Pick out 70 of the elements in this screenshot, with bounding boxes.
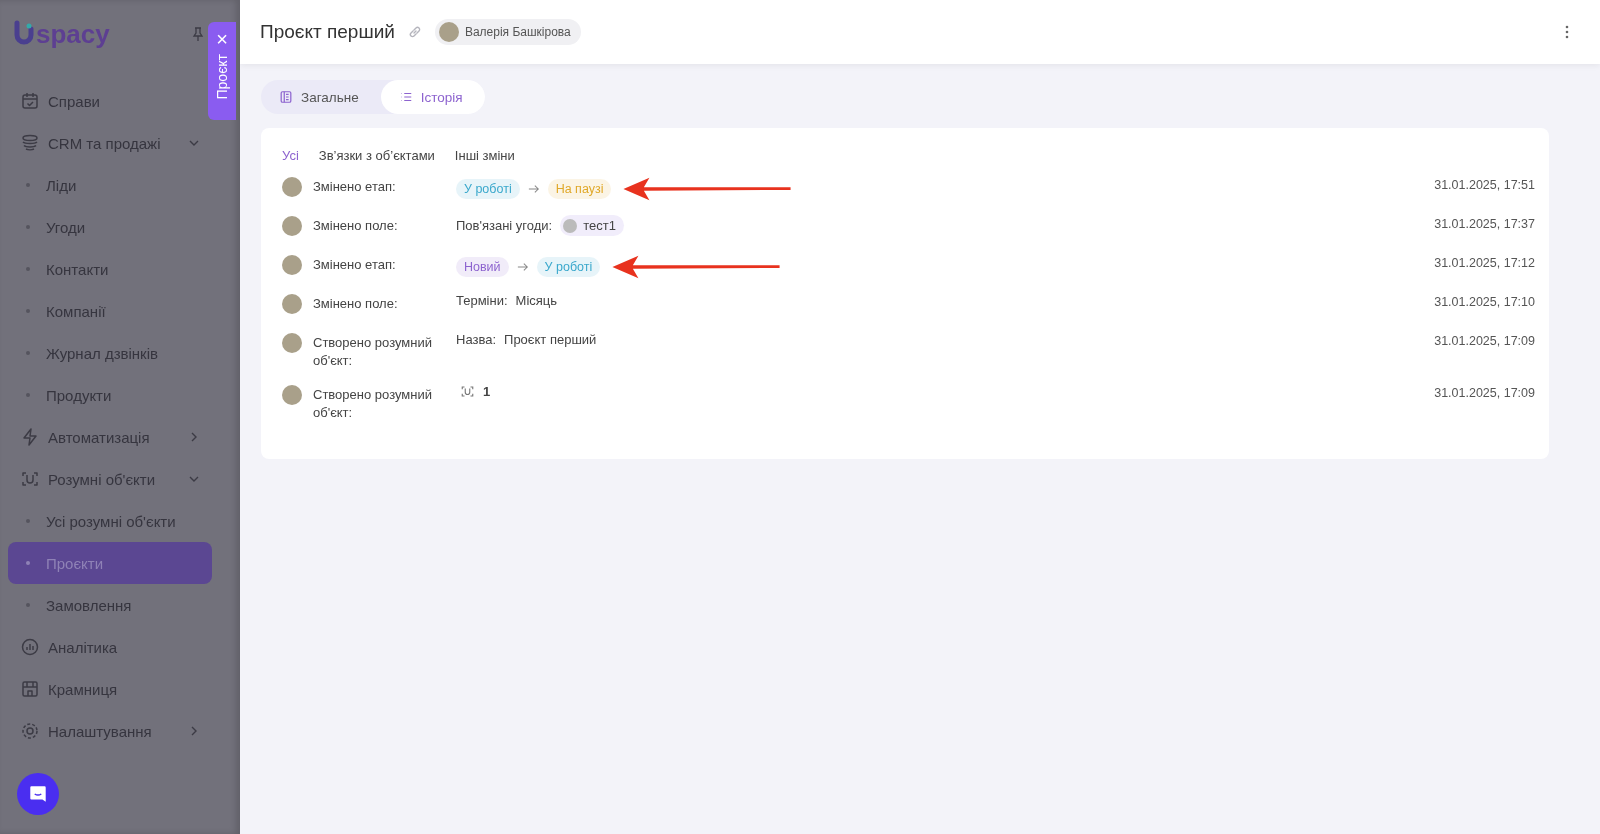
sidebar-item[interactable]: Аналітика <box>8 626 212 668</box>
deal-chip[interactable]: тест1 <box>560 215 624 236</box>
avatar-icon <box>438 22 459 42</box>
avatar-icon <box>282 255 302 275</box>
arrow-icon <box>527 184 540 194</box>
avatar-icon <box>282 177 302 197</box>
stage-tag: Новий <box>456 257 509 277</box>
stage-tag: На паузі <box>547 179 612 199</box>
sidebar-subitem[interactable]: Компанії <box>8 290 212 332</box>
field-label: Терміни: <box>456 293 508 308</box>
timestamp: 31.01.2025, 17:10 <box>1434 294 1535 309</box>
sidebar-subitem[interactable]: Контакти <box>8 248 212 290</box>
action-text: Змінено етап: <box>313 256 397 274</box>
timestamp: 31.01.2025, 17:37 <box>1434 216 1535 231</box>
sidebar-item[interactable]: CRM та продажі <box>8 122 212 164</box>
sidebar-subitem[interactable]: Ліди <box>8 164 212 206</box>
object-id[interactable]: 1 <box>483 384 491 399</box>
sidebar-item[interactable]: Автоматизація <box>8 416 212 458</box>
filter-tab[interactable]: Усі <box>282 148 299 163</box>
page-title: Проєкт перший <box>260 21 395 43</box>
owner-chip[interactable]: Валерія Башкірова <box>434 19 581 45</box>
arrow-icon <box>516 262 529 272</box>
field-label: Назва: <box>456 332 497 347</box>
avatar-icon <box>282 385 302 405</box>
timestamp: 31.01.2025, 17:51 <box>1434 177 1535 192</box>
close-button[interactable]: × <box>216 28 228 50</box>
tab[interactable]: Загальне <box>261 80 381 114</box>
filter-tab[interactable]: Інші зміни <box>454 148 515 163</box>
field-label: Пов'язані угоди: <box>456 218 553 233</box>
scan-icon <box>460 384 475 399</box>
action-text: Змінено етап: <box>313 178 397 196</box>
sidebar-item[interactable]: Розумні об'єкти <box>8 458 212 500</box>
field-value: Місяць <box>515 293 558 308</box>
scan-icon <box>20 469 40 489</box>
chat-icon <box>27 783 49 805</box>
avatar-icon <box>282 333 302 353</box>
timestamp: 31.01.2025, 17:12 <box>1434 255 1535 270</box>
calendar-icon <box>20 91 40 111</box>
chat-button[interactable] <box>17 773 59 815</box>
stack-icon <box>20 133 40 153</box>
gear-icon <box>20 721 40 741</box>
stage-tag: У роботі <box>536 257 601 277</box>
action-text: Створено розумний об'єкт: <box>313 334 433 370</box>
list-icon <box>398 90 413 104</box>
sidebar-item[interactable]: Налаштування <box>8 710 212 752</box>
stage-tag: У роботі <box>456 179 520 199</box>
sidebar-subitem[interactable]: Журнал дзвінків <box>8 332 212 374</box>
sidebar-subitem[interactable]: Угоди <box>8 206 212 248</box>
drawer-tab-label: Проєкт <box>214 54 230 100</box>
avatar-icon <box>282 294 302 314</box>
avatar-icon <box>282 216 302 236</box>
tab[interactable]: Історія <box>380 80 485 114</box>
sidebar-subitem[interactable]: Замовлення <box>8 584 212 626</box>
sidebar-subitem[interactable]: Проєкти <box>8 542 212 584</box>
sidebar-subitem[interactable]: Продукти <box>8 374 212 416</box>
action-text: Створено розумний об'єкт: <box>313 386 433 422</box>
filter-tab[interactable]: Зв’язки з об’єктами <box>318 148 435 163</box>
more-icon[interactable] <box>1565 25 1569 39</box>
timestamp: 31.01.2025, 17:09 <box>1434 333 1535 348</box>
store-icon <box>20 679 40 699</box>
action-text: Змінено поле: <box>313 295 399 313</box>
sidebar-item[interactable]: Крамниця <box>8 668 212 710</box>
bolt-icon <box>20 427 40 447</box>
drawer-tab[interactable]: × Проєкт <box>208 22 236 120</box>
action-text: Змінено поле: <box>313 217 399 235</box>
timestamp: 31.01.2025, 17:09 <box>1434 385 1535 400</box>
chart-icon <box>20 637 40 657</box>
sidebar-subitem[interactable]: Усі розумні об'єкти <box>8 500 212 542</box>
document-icon <box>279 90 293 104</box>
field-value: Проєкт перший <box>504 332 597 347</box>
